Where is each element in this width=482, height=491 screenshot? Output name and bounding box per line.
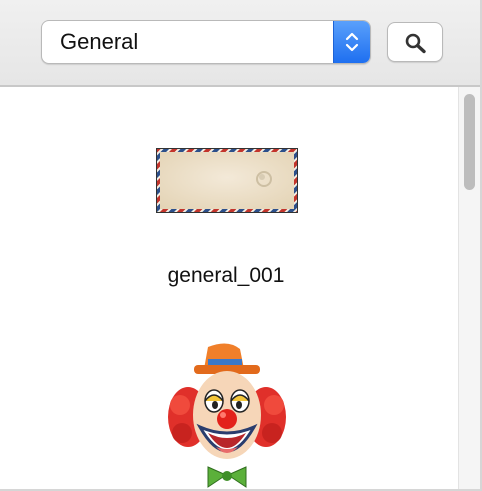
vertical-scrollbar[interactable] — [458, 87, 480, 489]
toolbar: General — [0, 0, 480, 87]
scrollbar-thumb[interactable] — [464, 94, 475, 190]
clown-thumbnail[interactable] — [168, 335, 286, 489]
category-popup-label: General — [60, 29, 139, 54]
envelope-thumbnail[interactable] — [156, 148, 298, 213]
search-icon — [405, 33, 426, 54]
list-item[interactable] — [0, 317, 458, 489]
item-label: general_001 — [167, 264, 285, 287]
clipart-panel: General general_001 — [0, 0, 482, 491]
popup-stepper[interactable] — [333, 21, 370, 63]
category-popup[interactable]: General — [41, 20, 371, 64]
search-button[interactable] — [387, 22, 443, 62]
list-item[interactable]: general_001 — [0, 87, 458, 317]
chevron-up-down-icon — [345, 32, 359, 52]
clipart-list: general_001 — [0, 87, 458, 489]
